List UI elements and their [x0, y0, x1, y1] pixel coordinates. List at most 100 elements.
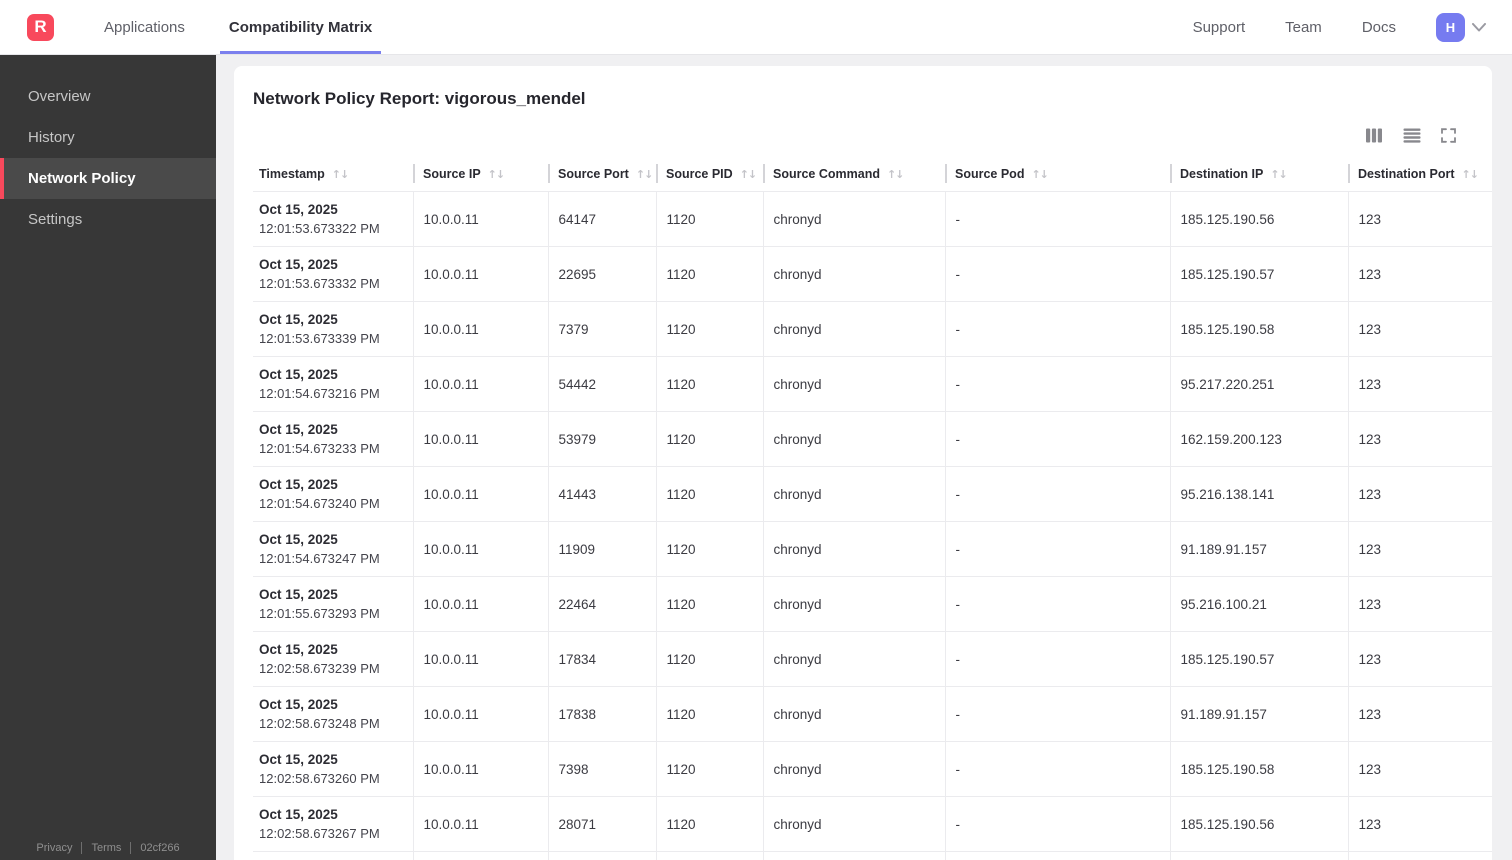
sidebar-item-overview-label: Overview: [28, 88, 91, 105]
cell-source-port: 64147: [547, 191, 656, 248]
cell-destination-ip: 95.216.138.141: [1169, 466, 1348, 523]
cell-destination-ip: 185.125.190.57: [1169, 246, 1348, 303]
cell-destination-ip: 185.125.190.56: [1169, 191, 1348, 248]
column-header-timestamp[interactable]: Timestamp ↑↓: [253, 163, 413, 192]
timestamp-date: Oct 15, 2025: [259, 202, 338, 218]
terms-link[interactable]: Terms: [91, 842, 121, 854]
nav-link-team[interactable]: Team: [1285, 19, 1322, 36]
chevron-down-icon[interactable]: [1472, 22, 1486, 32]
sidebar-item-history[interactable]: History: [0, 117, 216, 158]
report-table: Timestamp ↑↓ Source IP ↑↓ Source Port ↑↓ So…: [253, 163, 1492, 860]
sort-icon[interactable]: ↑↓: [332, 168, 349, 181]
timestamp-date: Oct 15, 2025: [259, 697, 338, 713]
column-header-destination-ip[interactable]: Destination IP ↑↓: [1170, 163, 1348, 192]
table-row[interactable]: Oct 15, 2025 12:02:58.673248 PM 10.0.0.1…: [253, 686, 1492, 743]
column-header-source-port[interactable]: Source Port ↑↓: [548, 163, 656, 192]
avatar-initial: H: [1445, 19, 1456, 35]
cell-source-command: chronyd: [762, 521, 945, 578]
table-row[interactable]: Oct 15, 2025 12:02:58.673260 PM 10.0.0.1…: [253, 741, 1492, 798]
cell-destination-ip: 95.217.220.251: [1169, 356, 1348, 413]
table-row[interactable]: Oct 15, 2025 12:01:54.673233 PM 10.0.0.1…: [253, 411, 1492, 468]
cell-source-command: chronyd: [762, 576, 945, 633]
tab-compatibility-matrix-label: Compatibility Matrix: [228, 18, 373, 36]
table-row[interactable]: Oct 15, 2025 12:01:54.673240 PM 10.0.0.1…: [253, 466, 1492, 523]
column-label: Source PID: [666, 167, 733, 182]
nav-link-support[interactable]: Support: [1193, 19, 1246, 36]
cell-destination-ip: 162.159.200.123: [1169, 411, 1348, 468]
tab-compatibility-matrix[interactable]: Compatibility Matrix: [219, 0, 382, 54]
table-row[interactable]: Oct 15, 2025 12:01:54.673247 PM 10.0.0.1…: [253, 521, 1492, 578]
rows-view-icon[interactable]: [1403, 128, 1421, 143]
column-header-source-ip[interactable]: Source IP ↑↓: [413, 163, 548, 192]
cell-source-ip: 10.0.0.11: [412, 246, 548, 303]
column-header-destination-port[interactable]: Destination Port ↑↓: [1348, 163, 1492, 192]
sort-icon[interactable]: ↑↓: [887, 168, 904, 181]
table-row[interactable]: Oct 15, 2025 12:01:55.673293 PM 10.0.0.1…: [253, 576, 1492, 633]
column-header-source-pod[interactable]: Source Pod ↑↓: [945, 163, 1170, 192]
sort-icon[interactable]: ↑↓: [1462, 168, 1479, 181]
timestamp-date: Oct 15, 2025: [259, 477, 338, 493]
sort-icon[interactable]: ↑↓: [488, 168, 505, 181]
user-avatar[interactable]: H: [1436, 12, 1465, 42]
column-label: Destination Port: [1358, 167, 1455, 182]
app-logo[interactable]: R: [27, 13, 54, 41]
sidebar-item-settings[interactable]: Settings: [0, 199, 216, 240]
table-row[interactable]: Oct 15, 2025 12:01:54.673216 PM 10.0.0.1…: [253, 356, 1492, 413]
table-toolbar: [234, 126, 1492, 144]
cell-source-command: chronyd: [762, 191, 945, 248]
column-header-source-pid[interactable]: Source PID ↑↓: [656, 163, 763, 192]
cell-source-pid: 1120: [655, 301, 763, 358]
cell-timestamp: Oct 15, 2025 12:01:54.673247 PM: [253, 521, 413, 578]
main-content: Network Policy Report: vigorous_mendel T…: [216, 55, 1512, 860]
footer-divider: [81, 842, 83, 854]
sidebar-item-overview[interactable]: Overview: [0, 76, 216, 117]
cell-source-command: chronyd: [762, 741, 945, 798]
cell-destination-ip: 185.125.190.58: [1169, 301, 1348, 358]
column-label: Timestamp: [259, 167, 325, 182]
sort-icon[interactable]: ↑↓: [1270, 168, 1287, 181]
cell-source-pid: 1120: [655, 741, 763, 798]
sidebar-item-network-policy[interactable]: Network Policy: [0, 158, 216, 199]
cell-source-pid: 1120: [655, 466, 763, 523]
cell-source-pod: -: [944, 686, 1170, 743]
timestamp-time: 12:01:53.673339 PM: [259, 331, 380, 347]
nav-link-docs[interactable]: Docs: [1362, 19, 1396, 36]
privacy-link[interactable]: Privacy: [36, 842, 72, 854]
nav-right-group: Support Team Docs H: [1193, 12, 1512, 42]
cell-source-ip: 10.0.0.11: [412, 466, 548, 523]
columns-view-icon[interactable]: [1365, 128, 1383, 143]
top-navigation: R Applications Compatibility Matrix Supp…: [0, 0, 1512, 55]
table-row[interactable]: Oct 15, 2025 12:01:53.673339 PM 10.0.0.1…: [253, 301, 1492, 358]
primary-tabs: Applications Compatibility Matrix: [82, 0, 394, 54]
cell-source-port: [547, 851, 656, 860]
cell-source-pid: 1120: [655, 411, 763, 468]
cell-source-pod: -: [944, 466, 1170, 523]
fullscreen-icon[interactable]: [1441, 128, 1456, 143]
table-row[interactable]: Oct 15, 2025 12:02:58.673267 PM 10.0.0.1…: [253, 796, 1492, 853]
timestamp-date: Oct 15, 2025: [259, 422, 338, 438]
timestamp-time: 12:01:54.673240 PM: [259, 496, 380, 512]
page-title: Network Policy Report: vigorous_mendel: [253, 89, 586, 108]
timestamp-time: 12:01:53.673332 PM: [259, 276, 380, 292]
cell-source-pid: 1120: [655, 686, 763, 743]
sort-icon[interactable]: ↑↓: [636, 168, 653, 181]
table-row[interactable]: Oct 15, 2025 12:01:53.673332 PM 10.0.0.1…: [253, 246, 1492, 303]
cell-timestamp: Oct 15, 2025 12:02:58.673239 PM: [253, 631, 413, 688]
cell-destination-ip: [1169, 851, 1348, 860]
cell-source-port: 17838: [547, 686, 656, 743]
cell-destination-port: 123: [1347, 466, 1492, 523]
sort-icon[interactable]: ↑↓: [1031, 168, 1048, 181]
column-header-source-command[interactable]: Source Command ↑↓: [763, 163, 945, 192]
tab-applications[interactable]: Applications: [95, 0, 194, 54]
cell-source-pid: 1120: [655, 356, 763, 413]
sort-icon[interactable]: ↑↓: [740, 168, 757, 181]
cell-destination-port: [1347, 851, 1492, 860]
table-row[interactable]: Oct 15, 2025 12:02:58.673239 PM 10.0.0.1…: [253, 631, 1492, 688]
cell-source-command: chronyd: [762, 411, 945, 468]
table-row[interactable]: Oct 15, 2025: [253, 851, 1492, 860]
cell-source-port: 41443: [547, 466, 656, 523]
cell-source-port: 7398: [547, 741, 656, 798]
cell-source-pid: 1120: [655, 191, 763, 248]
table-row[interactable]: Oct 15, 2025 12:01:53.673322 PM 10.0.0.1…: [253, 191, 1492, 248]
cell-source-port: 22695: [547, 246, 656, 303]
